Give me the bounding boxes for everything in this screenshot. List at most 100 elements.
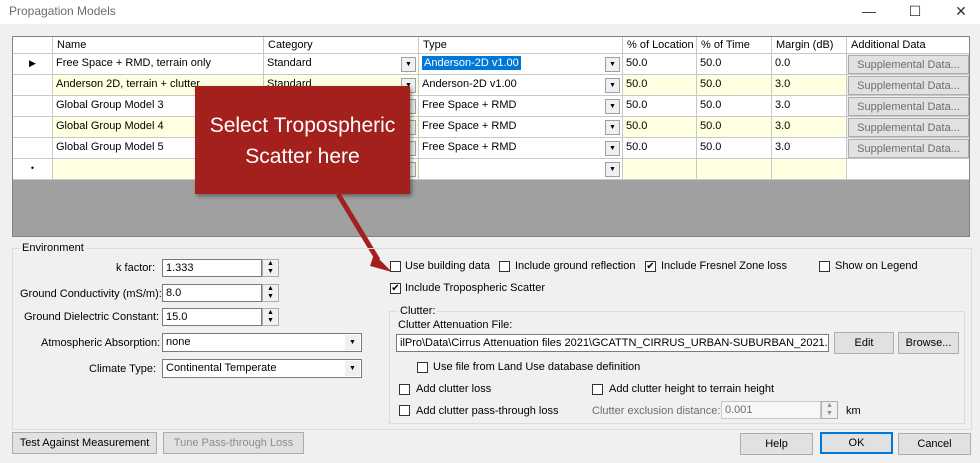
row-header[interactable] [13, 117, 53, 138]
grid-cell-name[interactable]: Free Space + RMD, terrain only [53, 54, 264, 75]
chevron-down-icon[interactable]: ▼ [605, 99, 620, 114]
grid-cell-extra[interactable] [847, 159, 969, 180]
grid-cell-text: Anderson-2D v1.00 [422, 56, 521, 70]
edit-button[interactable]: Edit [834, 332, 894, 354]
tune-pass-through-button[interactable]: Tune Pass-through Loss [163, 432, 304, 454]
column-header-category[interactable]: Category [264, 37, 419, 54]
ground-dielectric-input[interactable]: 15.0 [162, 308, 262, 326]
grid-cell-time[interactable]: 50.0 [697, 96, 772, 117]
grid-cell-time[interactable]: 50.0 [697, 54, 772, 75]
column-header-location[interactable]: % of Location [623, 37, 697, 54]
add-clutter-height-label: Add clutter height to terrain height [609, 383, 775, 395]
grid-cell-extra[interactable]: Supplemental Data... [847, 75, 969, 96]
ok-button[interactable]: OK [820, 432, 893, 454]
exclusion-distance-input[interactable]: 0.001 [721, 401, 821, 419]
grid-cell-time[interactable] [697, 159, 772, 180]
grid-cell-margin[interactable]: 3.0 [772, 138, 847, 159]
grid-cell-time[interactable]: 50.0 [697, 138, 772, 159]
supplemental-data-button[interactable]: Supplemental Data... [848, 97, 969, 116]
grid-cell-extra[interactable]: Supplemental Data... [847, 96, 969, 117]
k-factor-input[interactable]: 1.333 [162, 259, 262, 277]
add-clutter-height-checkbox[interactable] [592, 384, 603, 395]
maximize-button[interactable]: ☐ [892, 0, 938, 24]
grid-cell-text: Global Group Model 5 [56, 141, 164, 153]
grid-cell-loc[interactable]: 50.0 [623, 138, 697, 159]
grid-cell-margin[interactable] [772, 159, 847, 180]
close-button[interactable]: ✕ [938, 0, 980, 24]
models-grid[interactable]: Name Category Type % of Location % of Ti… [12, 36, 970, 237]
show-legend-checkbox[interactable] [819, 261, 830, 272]
window-title: Propagation Models [9, 4, 116, 18]
column-header-name[interactable]: Name [53, 37, 264, 54]
clutter-file-input[interactable]: ilPro\Data\Cirrus Attenuation files 2021… [396, 334, 829, 352]
use-building-data-label: Use building data [405, 260, 491, 272]
test-against-measurement-button[interactable]: Test Against Measurement [12, 432, 157, 454]
grid-cell-type[interactable]: Anderson-2D v1.00 ▼ [419, 54, 623, 75]
ground-reflection-checkbox[interactable] [499, 261, 510, 272]
row-header[interactable] [13, 75, 53, 96]
climate-type-select[interactable]: Continental Temperate ▼ [162, 359, 362, 378]
k-factor-spinner[interactable]: ▲ ▼ [262, 259, 279, 277]
grid-cell-margin[interactable]: 3.0 [772, 96, 847, 117]
fresnel-checkbox[interactable]: ✔ [645, 261, 656, 272]
column-header-margin[interactable]: Margin (dB) [772, 37, 847, 54]
add-clutter-loss-checkbox[interactable] [399, 384, 410, 395]
grid-cell-loc[interactable] [623, 159, 697, 180]
grid-cell-text: 50.0 [700, 78, 722, 90]
row-header[interactable] [13, 138, 53, 159]
tropospheric-scatter-checkbox[interactable]: ✔ [390, 283, 401, 294]
chevron-down-icon[interactable]: ▼ [401, 57, 416, 72]
grid-cell-time[interactable]: 50.0 [697, 117, 772, 138]
grid-cell-margin[interactable]: 0.0 [772, 54, 847, 75]
grid-cell-type[interactable]: Free Space + RMD ▼ [419, 117, 623, 138]
supplemental-data-button[interactable]: Supplemental Data... [848, 76, 969, 95]
row-header[interactable]: • [13, 159, 53, 180]
ground-dielectric-spinner[interactable]: ▲ ▼ [262, 308, 279, 326]
grid-cell-margin[interactable]: 3.0 [772, 75, 847, 96]
row-header[interactable]: ▶ [13, 54, 53, 75]
ground-conductivity-spinner[interactable]: ▲ ▼ [262, 284, 279, 302]
grid-cell-type[interactable]: Free Space + RMD ▼ [419, 138, 623, 159]
column-header-type[interactable]: Type [419, 37, 623, 54]
exclusion-distance-spinner[interactable]: ▲ ▼ [821, 401, 838, 419]
chevron-down-icon[interactable]: ▼ [345, 361, 360, 376]
grid-cell-loc[interactable]: 50.0 [623, 117, 697, 138]
supplemental-data-button[interactable]: Supplemental Data... [848, 139, 969, 158]
atmospheric-absorption-select[interactable]: none ▼ [162, 333, 362, 352]
chevron-down-icon[interactable]: ▼ [605, 141, 620, 156]
grid-cell-extra[interactable]: Supplemental Data... [847, 54, 969, 75]
use-building-data-checkbox[interactable] [390, 261, 401, 272]
grid-cell-text: Standard [267, 57, 312, 69]
chevron-down-icon[interactable]: ▼ [345, 335, 360, 350]
help-button[interactable]: Help [740, 433, 813, 455]
chevron-down-icon[interactable]: ▼ [605, 78, 620, 93]
grid-cell-extra[interactable]: Supplemental Data... [847, 138, 969, 159]
tropospheric-scatter-label: Include Tropospheric Scatter [405, 282, 546, 294]
row-header[interactable] [13, 96, 53, 117]
supplemental-data-button[interactable]: Supplemental Data... [848, 118, 969, 137]
title-bar: Propagation Models — ☐ ✕ [0, 0, 980, 24]
use-land-use-checkbox[interactable] [417, 362, 428, 373]
grid-cell-loc[interactable]: 50.0 [623, 54, 697, 75]
chevron-down-icon[interactable]: ▼ [605, 162, 620, 177]
grid-cell-extra[interactable]: Supplemental Data... [847, 117, 969, 138]
grid-cell-loc[interactable]: 50.0 [623, 96, 697, 117]
column-header-additional[interactable]: Additional Data [847, 37, 969, 54]
column-header-time[interactable]: % of Time [697, 37, 772, 54]
grid-cell-time[interactable]: 50.0 [697, 75, 772, 96]
chevron-down-icon[interactable]: ▼ [605, 120, 620, 135]
grid-cell-type[interactable]: Anderson-2D v1.00 ▼ [419, 75, 623, 96]
ground-reflection-label: Include ground reflection [515, 260, 636, 272]
browse-button[interactable]: Browse... [898, 332, 959, 354]
grid-cell-margin[interactable]: 3.0 [772, 117, 847, 138]
supplemental-data-button[interactable]: Supplemental Data... [848, 55, 969, 74]
grid-cell-loc[interactable]: 50.0 [623, 75, 697, 96]
ground-conductivity-input[interactable]: 8.0 [162, 284, 262, 302]
cancel-button[interactable]: Cancel [898, 433, 971, 455]
minimize-button[interactable]: — [846, 0, 892, 24]
grid-cell-type[interactable]: Free Space + RMD ▼ [419, 96, 623, 117]
grid-cell-category[interactable]: Standard ▼ [264, 54, 419, 75]
add-pass-through-checkbox[interactable] [399, 405, 410, 416]
grid-cell-type[interactable]: ▼ [419, 159, 623, 180]
chevron-down-icon[interactable]: ▼ [605, 57, 620, 72]
